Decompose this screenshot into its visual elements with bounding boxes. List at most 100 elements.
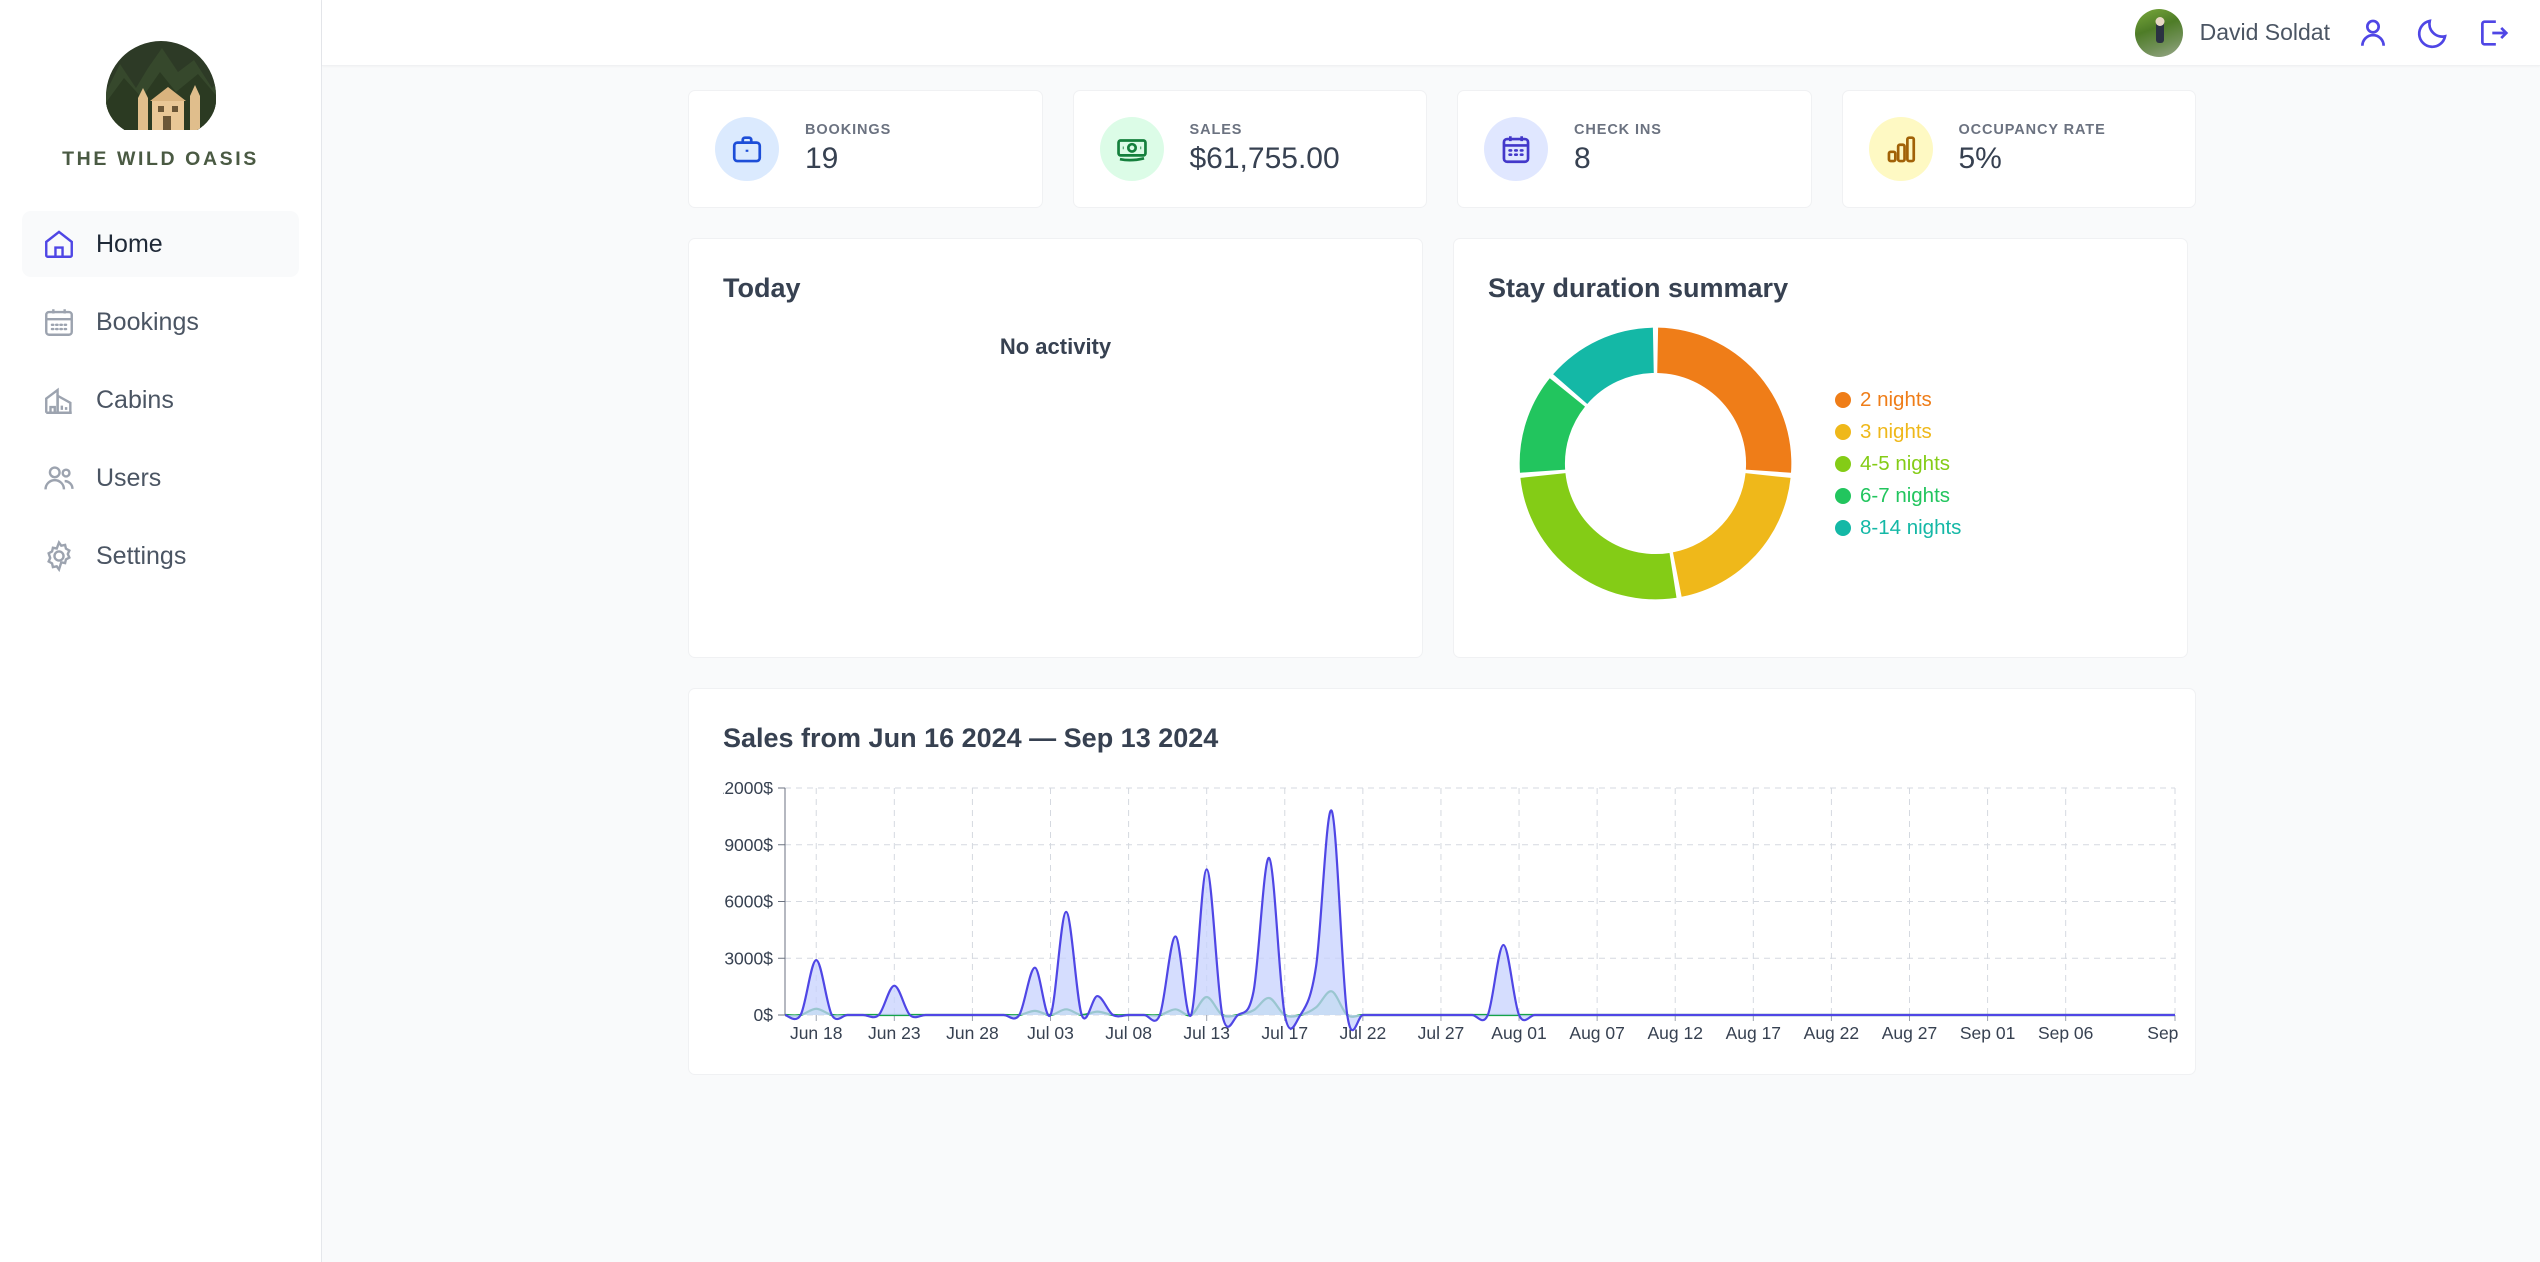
x-axis-tick-label: Jun 23 (868, 1023, 921, 1043)
moon-icon[interactable] (2416, 16, 2450, 50)
user-name: David Soldat (2200, 19, 2330, 46)
x-axis-tick-label: Jul 03 (1027, 1023, 1074, 1043)
donut-legend: 2 nights 3 nights 4-5 nights (1835, 388, 1961, 540)
x-axis-tick-label: Aug 12 (1647, 1023, 1702, 1043)
y-axis-tick-label: 3000$ (724, 948, 773, 968)
sidebar-nav: Home Bookings Cabins (0, 211, 321, 589)
y-axis-tick-label: 12000$ (723, 782, 773, 798)
x-axis-tick-label: Jul 22 (1340, 1023, 1387, 1043)
legend-color-dot (1835, 424, 1851, 440)
panel-title: Sales from Jun 16 2024 — Sep 13 2024 (723, 723, 2161, 754)
sidebar-item-bookings[interactable]: Bookings (22, 289, 299, 355)
top-header: David Soldat (322, 0, 2540, 66)
stat-value: $61,755.00 (1190, 142, 1340, 176)
x-axis-tick-label: Sep 06 (2038, 1023, 2093, 1043)
x-axis-tick-label: Jun 18 (790, 1023, 843, 1043)
sales-area-chart: 0$3000$6000$9000$12000$Jun 18Jun 23Jun 2… (723, 782, 2183, 1047)
stat-card-check-ins: CHECK INS 8 (1457, 90, 1812, 208)
y-axis-tick-label: 9000$ (724, 835, 773, 855)
legend-color-dot (1835, 520, 1851, 536)
sidebar-item-settings[interactable]: Settings (22, 523, 299, 589)
stat-label: SALES (1190, 122, 1340, 138)
x-axis-tick-label: Sep 13 (2147, 1023, 2183, 1043)
donut-slice (1657, 328, 1791, 473)
legend-label: 3 nights (1860, 420, 1932, 444)
briefcase-icon (715, 117, 779, 181)
sidebar-item-label: Cabins (96, 386, 174, 415)
x-axis-tick-label: Jun 28 (946, 1023, 999, 1043)
sidebar-item-label: Bookings (96, 308, 199, 337)
x-axis-tick-label: Aug 27 (1882, 1023, 1937, 1043)
legend-label: 8-14 nights (1860, 516, 1961, 540)
legend-item: 3 nights (1835, 420, 1961, 444)
x-axis-tick-label: Jul 27 (1418, 1023, 1465, 1043)
x-axis-tick-label: Sep 01 (1960, 1023, 2015, 1043)
avatar (2135, 9, 2183, 57)
sales-chart-panel: Sales from Jun 16 2024 — Sep 13 2024 0$3… (688, 688, 2196, 1075)
sidebar-item-home[interactable]: Home (22, 211, 299, 277)
x-axis-tick-label: Jul 13 (1183, 1023, 1230, 1043)
legend-color-dot (1835, 456, 1851, 472)
donut-slice (1553, 328, 1654, 404)
x-axis-tick-label: Aug 07 (1569, 1023, 1624, 1043)
logo: THE WILD OASIS (0, 38, 321, 211)
home-icon (42, 227, 76, 261)
legend-item: 6-7 nights (1835, 484, 1961, 508)
panel-title: Stay duration summary (1488, 273, 2153, 304)
stat-label: BOOKINGS (805, 122, 891, 138)
calendar-icon (1484, 117, 1548, 181)
user-icon[interactable] (2356, 16, 2390, 50)
x-axis-tick-label: Jul 17 (1261, 1023, 1308, 1043)
donut-slice (1520, 473, 1676, 599)
x-axis-tick-label: Aug 01 (1491, 1023, 1546, 1043)
legend-color-dot (1835, 392, 1851, 408)
dashboard-content: BOOKINGS 19 (322, 66, 2540, 1262)
series-line (785, 810, 2175, 1030)
x-axis-tick-label: Jul 08 (1105, 1023, 1152, 1043)
calendar-icon (42, 305, 76, 339)
stat-value: 19 (805, 142, 891, 176)
legend-label: 4-5 nights (1860, 452, 1950, 476)
today-panel: Today No activity (688, 238, 1423, 658)
sidebar-item-label: Settings (96, 542, 186, 571)
stat-card-occupancy-rate: OCCUPANCY RATE 5% (1842, 90, 2197, 208)
gear-icon (42, 539, 76, 573)
sidebar: THE WILD OASIS Home Bookings (0, 0, 322, 1262)
y-axis-tick-label: 6000$ (724, 892, 773, 912)
legend-item: 2 nights (1835, 388, 1961, 412)
series-line (785, 991, 2175, 1016)
logo-title: THE WILD OASIS (62, 148, 259, 171)
legend-label: 2 nights (1860, 388, 1932, 412)
user-menu[interactable]: David Soldat (2135, 9, 2330, 57)
legend-label: 6-7 nights (1860, 484, 1950, 508)
sidebar-item-users[interactable]: Users (22, 445, 299, 511)
main-area: David Soldat (322, 0, 2540, 1262)
wild-oasis-logo-icon (102, 38, 220, 130)
legend-item: 4-5 nights (1835, 452, 1961, 476)
stat-card-bookings: BOOKINGS 19 (688, 90, 1043, 208)
stat-label: OCCUPANCY RATE (1959, 122, 2106, 138)
stat-card-sales: SALES $61,755.00 (1073, 90, 1428, 208)
donut-slice (1673, 473, 1791, 597)
stat-value: 5% (1959, 142, 2106, 176)
sidebar-item-label: Users (96, 464, 161, 493)
sidebar-item-cabins[interactable]: Cabins (22, 367, 299, 433)
legend-color-dot (1835, 488, 1851, 504)
bar-chart-icon (1869, 117, 1933, 181)
mid-row: Today No activity Stay duration summary … (688, 238, 2196, 658)
donut-chart (1514, 322, 1797, 605)
legend-item: 8-14 nights (1835, 516, 1961, 540)
no-activity-text: No activity (723, 304, 1388, 623)
stat-label: CHECK INS (1574, 122, 1662, 138)
x-axis-tick-label: Aug 17 (1726, 1023, 1781, 1043)
stat-value: 8 (1574, 142, 1662, 176)
app-root: THE WILD OASIS Home Bookings (0, 0, 2540, 1262)
series-area (785, 810, 2175, 1030)
series-area (785, 991, 2175, 1016)
users-icon (42, 461, 76, 495)
panel-title: Today (723, 273, 1388, 304)
logout-icon[interactable] (2476, 16, 2510, 50)
cabin-icon (42, 383, 76, 417)
banknote-icon (1100, 117, 1164, 181)
stay-duration-panel: Stay duration summary 2 nights 3 (1453, 238, 2188, 658)
